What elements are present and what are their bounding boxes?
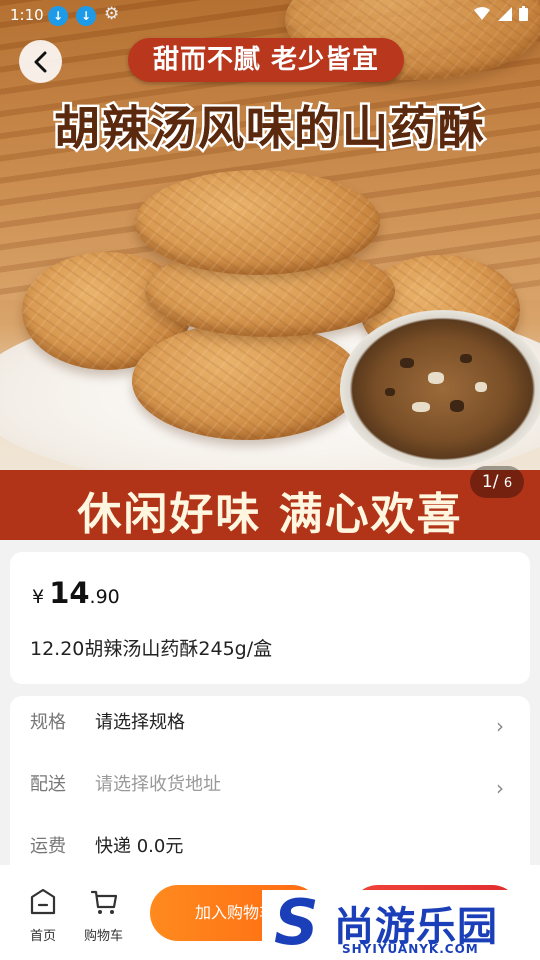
- watermark-logo: S 尚游乐园 SHYIYUANYK.COM: [262, 890, 540, 960]
- slogan-pill: 甜而不腻 老少皆宜: [128, 38, 404, 82]
- cart-icon: [90, 890, 117, 914]
- spec-card: 规格 请选择规格 › 配送 请选择收货地址 › 运费 快递 0.0元: [10, 696, 530, 886]
- signal-icon: [497, 7, 512, 21]
- status-time: 1:10: [10, 6, 44, 24]
- price-decimal: .90: [89, 586, 120, 608]
- back-button[interactable]: [19, 40, 62, 83]
- nav-home[interactable]: 首页: [28, 887, 58, 944]
- nav-cart[interactable]: 购物车: [84, 887, 123, 944]
- battery-icon: [519, 6, 528, 21]
- download-icon: ↓: [76, 6, 96, 26]
- price-card: ¥ 14.90 12.20胡辣汤山药酥245g/盒: [10, 552, 530, 684]
- status-bar: 1:10 ↓ ↓ ⚙: [0, 0, 540, 32]
- download-icon: ↓: [48, 6, 68, 26]
- product-image-gallery[interactable]: 甜而不腻 老少皆宜 胡辣汤风味的山药酥 胡辣汤风味的山药酥 休闲好味 满心欢喜 …: [0, 0, 540, 540]
- chevron-right-icon: ›: [496, 714, 504, 738]
- counter-total: 6: [503, 476, 513, 491]
- soup-bowl: [340, 310, 540, 468]
- spec-row-delivery[interactable]: 配送 请选择收货地址 ›: [10, 770, 530, 800]
- watermark-url: SHYIYUANYK.COM: [342, 942, 479, 956]
- headline: 胡辣汤风味的山药酥: [54, 101, 486, 155]
- spec-row-spec[interactable]: 规格 请选择规格 ›: [10, 708, 530, 738]
- image-counter: 1/ 6: [470, 466, 524, 498]
- delivery-label: 配送: [30, 774, 66, 795]
- banner-text: 休闲好味 满心欢喜: [77, 489, 463, 540]
- spec-label: 规格: [30, 712, 66, 733]
- chevron-right-icon: ›: [496, 776, 504, 800]
- gear-icon: ⚙: [104, 4, 120, 24]
- product-title: 12.20胡辣汤山药酥245g/盒: [30, 638, 273, 660]
- nav-home-label: 首页: [29, 929, 56, 944]
- wifi-icon: [474, 7, 491, 20]
- delivery-value: 请选择收货地址: [95, 774, 221, 795]
- status-icons: [474, 6, 528, 25]
- shipping-label: 运费: [30, 836, 66, 857]
- watermark-letter: S: [274, 886, 319, 959]
- cookie: [135, 170, 380, 275]
- back-arrow-icon: [34, 51, 46, 72]
- home-icon: [30, 888, 56, 915]
- cookie: [132, 322, 362, 440]
- nav-cart-label: 购物车: [84, 929, 124, 944]
- shipping-value: 快递 0.0元: [95, 836, 184, 857]
- price-integer: 14: [49, 576, 90, 610]
- counter-current: 1: [481, 472, 493, 492]
- spec-value: 请选择规格: [95, 712, 185, 733]
- spec-row-shipping: 运费 快递 0.0元: [10, 832, 530, 862]
- price-currency: ¥: [32, 586, 45, 608]
- price: ¥ 14.90: [32, 576, 120, 610]
